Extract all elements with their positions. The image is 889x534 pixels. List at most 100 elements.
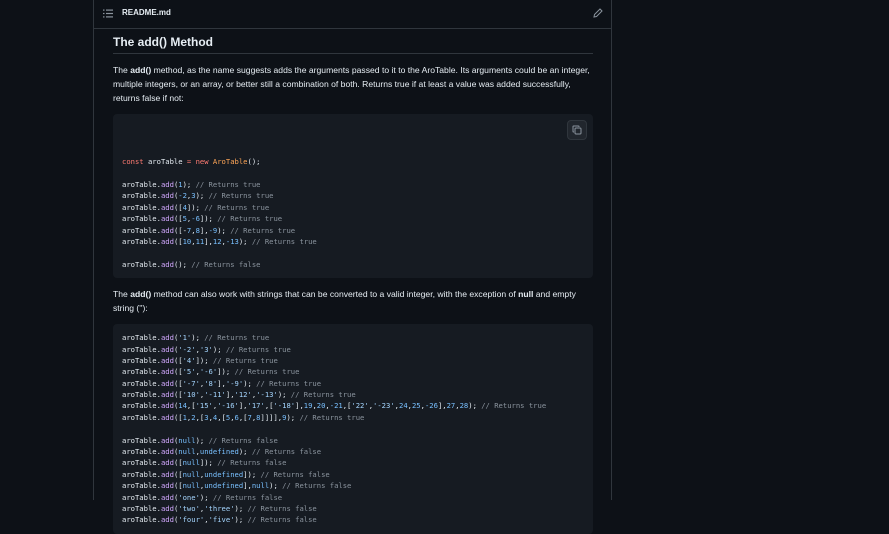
code-block[interactable]: aroTable.add('1'); // Returns true aroTab… — [113, 324, 593, 534]
code-token: // Returns false — [212, 492, 283, 502]
code-token: add — [160, 180, 174, 189]
code-token: // Returns false — [260, 469, 330, 479]
para-text: method can also work with strings that c… — [151, 289, 519, 300]
code-token: add — [160, 367, 174, 377]
code-token: ); — [212, 344, 226, 354]
para-text: method, as the name suggests adds the ar… — [113, 65, 590, 103]
strings-paragraph: The add() method can also work with stri… — [113, 287, 593, 315]
code-token: ,[ — [238, 412, 248, 422]
code-token: ], — [225, 390, 235, 400]
code-token: // Returns false — [217, 458, 287, 468]
code-token: ); — [468, 401, 482, 411]
code-token: -6 — [191, 214, 200, 224]
list-icon[interactable] — [103, 9, 113, 18]
code-token: add — [160, 401, 174, 411]
code-token: '1' — [178, 333, 192, 343]
code-token: '-6' — [199, 367, 218, 377]
code-token: -9 — [208, 225, 218, 235]
code-block[interactable]: const aroTable = new AroTable(); aroTable… — [113, 114, 593, 279]
code-line: aroTable.add([4]); // Returns true — [122, 202, 584, 213]
code-token: // Returns true — [204, 202, 270, 212]
code-token: add — [160, 355, 174, 365]
code-token: '-11' — [204, 390, 226, 400]
code-token: -21 — [329, 401, 343, 411]
code-token: ([ — [173, 355, 183, 365]
code-token: add — [160, 225, 174, 235]
code-token: aroTable. — [122, 378, 161, 388]
code-token: '-2' — [178, 344, 196, 354]
code-token: ]); — [243, 469, 261, 479]
code-token: // Returns true — [204, 333, 270, 343]
code-token: '-9' — [225, 378, 244, 388]
code-token: null — [182, 469, 200, 479]
code-token: ]); — [186, 202, 205, 212]
code-token: ]); — [217, 367, 235, 377]
code-token: ], — [437, 401, 447, 411]
code-token: ); — [199, 492, 213, 502]
code-token: 12 — [212, 236, 222, 246]
code-token: -2 — [178, 191, 187, 201]
code-token: ,[ — [217, 412, 226, 422]
code-token: AroTable — [212, 157, 248, 167]
code-token: undefined — [204, 469, 244, 479]
code-line: aroTable.add(-2,3); // Returns true — [122, 190, 584, 201]
code-token: 'two' — [178, 503, 200, 513]
file-name: README.md — [122, 8, 171, 17]
code-token: ([ — [173, 469, 183, 479]
code-line: aroTable.add(null,undefined); // Returns… — [122, 446, 584, 457]
code-token: 'one' — [178, 492, 200, 502]
code-token: const — [122, 157, 144, 167]
code-token: ]); — [199, 214, 218, 224]
section-heading: The add() Method — [113, 35, 593, 54]
code-token: aroTable — [143, 157, 187, 167]
code-token: aroTable. — [122, 412, 161, 422]
code-token: ); — [243, 378, 257, 388]
code-token: ); — [238, 447, 252, 457]
code-line: aroTable.add('four','five'); // Returns … — [122, 514, 584, 525]
code-token: ([ — [173, 367, 183, 377]
code-token: '-23' — [373, 401, 395, 411]
code-token: '8' — [204, 378, 218, 388]
code-line: aroTable.add([-7,8],-9); // Returns true — [122, 225, 584, 236]
code-token: // Returns true — [225, 344, 291, 354]
code-token: ([ — [173, 214, 183, 224]
code-line: aroTable.add([null,undefined]); // Retur… — [122, 469, 584, 480]
code-token: ], — [243, 481, 252, 491]
code-token: 11 — [195, 236, 205, 246]
code-token: ); — [182, 180, 196, 189]
code-token: // Returns true — [251, 236, 317, 246]
code-line: aroTable.add(['4']); // Returns true — [122, 355, 584, 366]
code-token: ); — [234, 503, 248, 513]
code-line: aroTable.add(1); // Returns true — [122, 179, 584, 190]
pencil-icon[interactable] — [593, 8, 603, 18]
code-line: aroTable.add([null]); // Returns false — [122, 457, 584, 468]
para-text: The — [113, 289, 131, 300]
code-token: // Returns false — [208, 435, 278, 445]
description-paragraph: The add() method, as the name suggests a… — [113, 63, 593, 105]
code-token: ]); — [195, 355, 213, 365]
code-token: aroTable. — [122, 191, 161, 201]
file-header: README.md — [94, 0, 611, 29]
code-token: aroTable. — [122, 481, 161, 491]
code-line: aroTable.add([1,2,[3,4,[5,6,[7,8]]]],9);… — [122, 412, 584, 423]
code-token: // Returns true — [234, 367, 300, 377]
code-token: aroTable. — [122, 344, 161, 354]
code-token: // Returns false — [247, 503, 317, 513]
code-token: '-13' — [256, 390, 278, 400]
code-token: // Returns true — [299, 412, 365, 422]
code-token: // Returns true — [208, 191, 274, 201]
code-token: aroTable. — [122, 202, 161, 212]
code-token: aroTable. — [122, 214, 161, 224]
code-token: // Returns false — [191, 259, 261, 269]
code-token: ); — [269, 481, 283, 491]
code-token: ); — [238, 236, 252, 246]
code-token: ); — [217, 225, 231, 235]
code-token: aroTable. — [122, 492, 161, 502]
copy-button[interactable] — [567, 120, 587, 140]
code-token: '5' — [182, 367, 196, 377]
code-token: // Returns true — [212, 355, 278, 365]
code-token: add — [160, 214, 174, 224]
readme-content: The add() Method The add() method, as th… — [113, 35, 593, 534]
code-token: aroTable. — [122, 515, 161, 525]
